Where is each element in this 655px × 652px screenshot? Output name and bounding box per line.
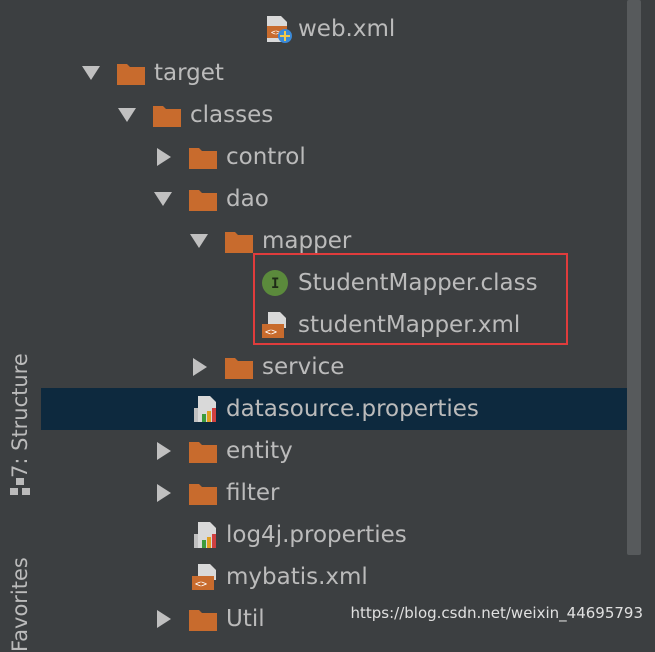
folder-icon — [117, 64, 145, 85]
tree-item-label: studentMapper.xml — [298, 312, 521, 338]
interface-class-icon: I — [262, 270, 288, 296]
svg-text:<>: <> — [195, 579, 207, 590]
tree-item-label: entity — [226, 438, 293, 464]
tree-row-target[interactable]: target — [41, 52, 628, 94]
chevron-down-icon[interactable] — [190, 234, 208, 248]
chevron-down-icon[interactable] — [118, 108, 136, 122]
tree-row-studentmapper-xml[interactable]: <> studentMapper.xml — [41, 304, 628, 346]
xml-file-icon: <> — [262, 312, 286, 338]
tree-row-filter[interactable]: filter — [41, 472, 628, 514]
tree-item-label: datasource.properties — [226, 396, 479, 422]
folder-icon — [153, 106, 181, 127]
svg-text:<>: <> — [265, 327, 277, 338]
tree-item-label: mapper — [262, 228, 352, 254]
scrollbar-thumb[interactable] — [627, 0, 641, 555]
xml-file-icon: <> — [192, 564, 216, 590]
tree-row-mapper[interactable]: mapper — [41, 220, 628, 262]
tree-row-service[interactable]: service — [41, 346, 628, 388]
tree-item-label: control — [226, 144, 306, 170]
tree-item-label: web.xml — [298, 16, 396, 42]
tree-row-log4j-properties[interactable]: log4j.properties — [41, 514, 628, 556]
folder-icon — [189, 442, 217, 463]
tree-item-label: classes — [190, 102, 274, 128]
tree-item-label: Util — [226, 606, 265, 632]
left-tool-sidebar: 7: Structure Favorites — [0, 0, 42, 652]
favorites-tool-tab[interactable]: Favorites — [8, 557, 32, 652]
chevron-down-icon[interactable] — [82, 66, 100, 80]
tree-item-label: filter — [226, 480, 280, 506]
folder-icon — [189, 190, 217, 211]
chevron-right-icon[interactable] — [157, 610, 171, 628]
tree-item-label: StudentMapper.class — [298, 270, 538, 296]
folder-icon — [225, 232, 253, 253]
structure-icon[interactable] — [10, 478, 30, 496]
chevron-right-icon[interactable] — [157, 484, 171, 502]
folder-icon — [225, 358, 253, 379]
tree-item-label: log4j.properties — [226, 522, 407, 548]
properties-file-icon — [194, 396, 216, 422]
folder-icon — [189, 484, 217, 505]
tree-row-mybatis-xml[interactable]: <> mybatis.xml — [41, 556, 628, 598]
svg-text:I: I — [271, 276, 279, 292]
tree-row-datasource-properties[interactable]: datasource.properties — [41, 388, 655, 430]
chevron-right-icon[interactable] — [157, 442, 171, 460]
folder-icon — [189, 148, 217, 169]
tree-row-classes[interactable]: classes — [41, 94, 628, 136]
tree-item-label: target — [154, 60, 224, 86]
tree-row-entity[interactable]: entity — [41, 430, 628, 472]
tree-row-studentmapper-class[interactable]: I StudentMapper.class — [41, 262, 628, 304]
watermark-text: https://blog.csdn.net/weixin_44695793 — [350, 604, 643, 622]
structure-tool-tab[interactable]: 7: Structure — [8, 353, 32, 478]
tree-item-label: service — [262, 354, 345, 380]
folder-icon — [189, 610, 217, 631]
project-tree: <> web.xml target classes control dao ma… — [41, 0, 655, 633]
tree-row-dao[interactable]: dao — [41, 178, 628, 220]
chevron-right-icon[interactable] — [157, 148, 171, 166]
tree-row-control[interactable]: control — [41, 136, 628, 178]
tree-row-web-xml[interactable]: <> web.xml — [41, 8, 628, 50]
tree-item-label: mybatis.xml — [226, 564, 368, 590]
chevron-down-icon[interactable] — [154, 192, 172, 206]
tree-item-label: dao — [226, 186, 269, 212]
properties-file-icon — [194, 522, 216, 548]
chevron-right-icon[interactable] — [193, 358, 207, 376]
web-xml-icon: <> — [267, 16, 292, 43]
